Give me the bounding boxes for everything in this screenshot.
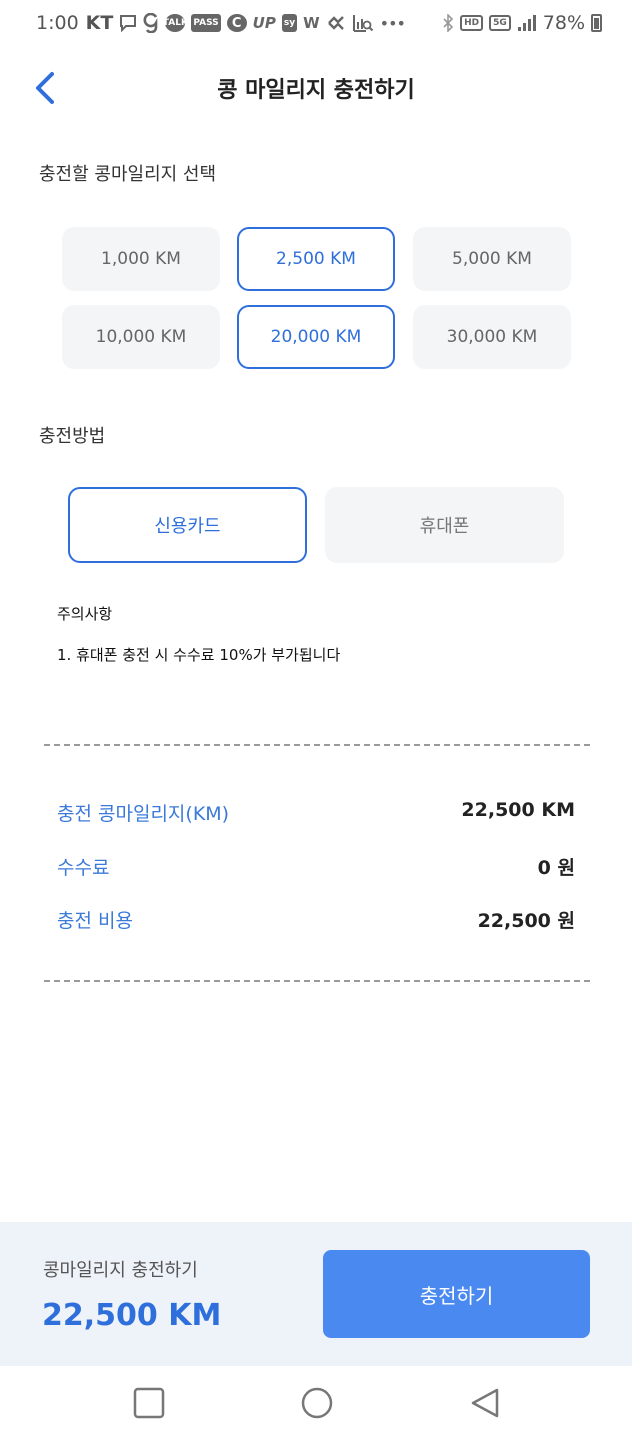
mileage-option-2500[interactable]: 2,500 KM — [237, 227, 395, 291]
triangle-back-icon — [471, 1388, 499, 1418]
notice-title: 주의사항 — [57, 605, 113, 623]
divider-top — [44, 744, 590, 746]
mileage-option-5000[interactable]: 5,000 KM — [413, 227, 571, 291]
mileage-select-label: 충전할 콩마일리지 선택 — [39, 164, 217, 185]
mileage-option-30000[interactable]: 30,000 KM — [413, 305, 571, 369]
app-header: 콩 마일리지 충전하기 — [0, 58, 632, 118]
system-nav-bar — [0, 1366, 632, 1440]
home-button[interactable] — [300, 1386, 334, 1420]
g-app-icon — [143, 13, 158, 33]
more-dots-icon: ••• — [379, 13, 406, 33]
recent-apps-button[interactable] — [132, 1386, 166, 1420]
circle-icon — [301, 1387, 333, 1419]
battery-percent: 78% — [542, 12, 585, 34]
mileage-option-10000[interactable]: 10,000 KM — [62, 305, 220, 369]
page-title: 콩 마일리지 충전하기 — [217, 78, 415, 103]
payment-method-label: 충전방법 — [39, 426, 106, 447]
message-icon — [120, 15, 137, 32]
summary-cost-label: 충전 비용 — [57, 910, 133, 932]
mileage-option-1000[interactable]: 1,000 KM — [62, 227, 220, 291]
status-right: HD 5G 78% — [442, 12, 602, 34]
footer-label: 콩마일리지 충전하기 — [43, 1260, 198, 1281]
hd-icon: HD — [460, 15, 484, 31]
link-app-icon — [327, 16, 344, 30]
mileage-option-20000[interactable]: 20,000 KM — [237, 305, 395, 369]
checkout-footer: 콩마일리지 충전하기 22,500 KM 충전하기 — [0, 1222, 632, 1366]
kakaotalk-icon: TALK — [163, 14, 188, 32]
up-app-icon: UP — [252, 14, 276, 32]
summary-mileage-value: 22,500 KM — [461, 799, 575, 821]
signal-icon — [517, 15, 536, 31]
summary-cost-value: 22,500 원 — [477, 910, 575, 932]
battery-icon — [591, 14, 602, 32]
bluetooth-icon — [443, 14, 454, 32]
method-mobile-phone[interactable]: 휴대폰 — [325, 487, 564, 563]
summary-fee-value: 0 원 — [537, 857, 575, 879]
sy-app-icon: sy — [281, 14, 298, 32]
back-nav-button[interactable] — [468, 1386, 502, 1420]
pass-icon: PASS — [191, 14, 221, 32]
5g-icon: 5G — [489, 15, 511, 31]
footer-total: 22,500 KM — [42, 1298, 222, 1333]
status-left: 1:00 KT — [36, 12, 113, 34]
divider-bottom — [44, 980, 590, 982]
notification-icons: TALK PASS C UP sy W ••• — [119, 13, 406, 33]
summary-mileage-label: 충전 콩마일리지(KM) — [57, 803, 230, 825]
chart-search-icon — [352, 15, 373, 32]
square-icon — [133, 1387, 165, 1419]
method-credit-card[interactable]: 신용카드 — [68, 487, 307, 563]
w-app-icon: W — [303, 14, 320, 32]
charge-mileage-screen: 1:00 KT TALK PASS C UP sy W ••• HD 5G 78… — [0, 0, 632, 1440]
notice-line: 1. 휴대폰 충전 시 수수료 10%가 부가됩니다 — [57, 646, 341, 664]
status-time: 1:00 — [36, 12, 79, 34]
status-carrier: KT — [85, 12, 114, 34]
charge-button[interactable]: 충전하기 — [323, 1250, 590, 1338]
status-bar: 1:00 KT TALK PASS C UP sy W ••• HD 5G 78… — [0, 0, 632, 46]
summary-fee-label: 수수료 — [57, 857, 110, 879]
c-app-icon: C — [226, 14, 247, 32]
